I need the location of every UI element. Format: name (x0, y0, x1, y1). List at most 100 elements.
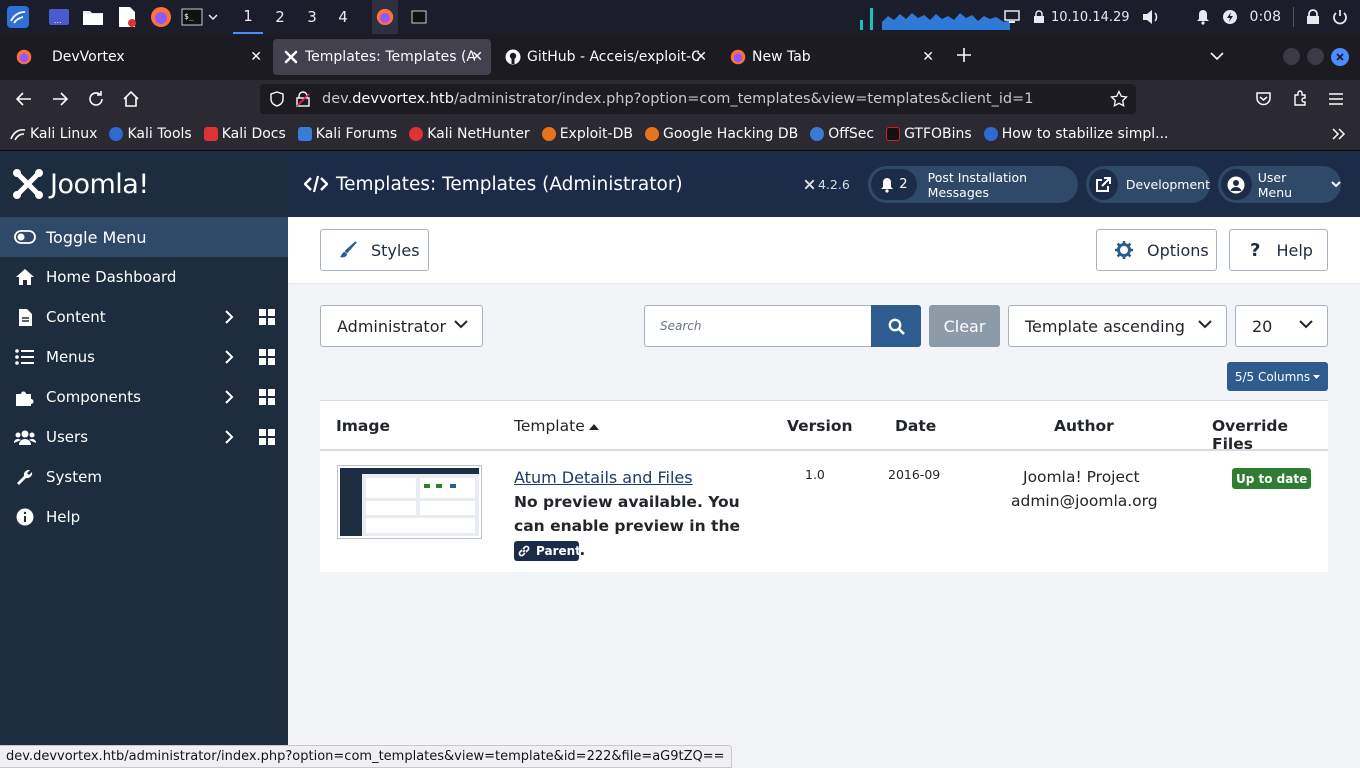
insecure-lock-icon[interactable] (296, 91, 310, 107)
dashboard-grid-icon[interactable] (259, 349, 275, 365)
list-icon (14, 347, 36, 367)
vpn-ip-address[interactable]: 10.10.14.29 (1051, 10, 1130, 25)
joomla-logo[interactable]: Joomla! (0, 151, 288, 217)
offsec-icon (810, 127, 825, 141)
template-thumbnail[interactable] (337, 465, 482, 539)
tab-title: DevVortex (52, 49, 125, 65)
bookmark-star-icon[interactable] (1110, 90, 1128, 108)
template-version: 1.0 (805, 467, 825, 482)
column-header-override-files: Override Files (1212, 417, 1289, 453)
firefox-window-button[interactable] (372, 0, 398, 34)
chevron-right-icon[interactable] (224, 349, 234, 365)
sidebar-item-help[interactable]: Help (0, 497, 288, 537)
sidebar-item-menus[interactable]: Menus (0, 337, 288, 377)
options-button[interactable]: Options (1096, 229, 1217, 271)
minimize-window-button[interactable] (1283, 48, 1300, 65)
new-tab-button[interactable] (954, 45, 974, 65)
file-manager-icon[interactable] (81, 0, 105, 34)
question-icon: ? (1250, 239, 1261, 261)
development-button[interactable]: Development (1086, 166, 1210, 203)
lock-screen-icon[interactable] (1306, 9, 1320, 25)
sidebar-item-system[interactable]: System (0, 457, 288, 497)
home-icon[interactable] (122, 90, 140, 108)
workspace-2[interactable]: 2 (265, 0, 295, 34)
sidebar-item-components[interactable]: Components (0, 377, 288, 417)
vpn-lock-icon (1032, 10, 1046, 24)
show-desktop-icon[interactable]: ... (46, 0, 72, 34)
parent-badge: Parent (514, 541, 581, 561)
post-installation-messages-button[interactable]: 2 Post Installation Messages (868, 166, 1078, 203)
tab-templates[interactable]: Templates: Templates (Ad ✕ (273, 39, 491, 75)
terminal-window-button[interactable] (406, 0, 432, 34)
columns-toggle-button[interactable]: 5/5 Columns (1227, 362, 1328, 391)
bookmark-gtfobins[interactable]: GTFOBins (886, 126, 972, 142)
reload-icon[interactable] (87, 90, 105, 108)
dashboard-grid-icon[interactable] (259, 309, 275, 325)
column-header-template[interactable]: Template (514, 417, 599, 435)
tracking-shield-icon[interactable] (270, 91, 284, 107)
tab-devvortex[interactable]: DevVortex ✕ (6, 39, 270, 75)
bookmark-offsec[interactable]: OffSec (810, 126, 874, 142)
styles-button[interactable]: Styles (320, 229, 429, 271)
firefox-launcher-icon[interactable] (148, 0, 174, 34)
close-tab-icon[interactable]: ✕ (471, 49, 483, 65)
bookmark-stabilize-shell[interactable]: How to stabilize simpl... (983, 126, 1169, 142)
close-tab-icon[interactable]: ✕ (250, 49, 262, 65)
clock[interactable]: 0:08 (1250, 9, 1281, 25)
text-editor-icon[interactable] (115, 0, 139, 34)
kali-menu-icon[interactable] (4, 0, 32, 34)
workspace-3[interactable]: 3 (297, 0, 327, 34)
close-window-button[interactable] (1331, 48, 1349, 66)
limit-select[interactable]: 20 (1235, 305, 1328, 347)
ordering-select[interactable]: Template ascending (1008, 305, 1227, 347)
table-header: Image Template Version Date Author Overr… (320, 401, 1328, 453)
template-link[interactable]: Atum Details and Files (514, 468, 693, 487)
notification-bell-icon[interactable] (1196, 9, 1210, 25)
bookmark-kali-nethunter[interactable]: Kali NetHunter (409, 126, 530, 142)
url-bar[interactable]: dev. devvortex.htb/administrator/index.ph… (260, 84, 1136, 114)
user-menu-button[interactable]: User Menu (1218, 166, 1341, 203)
pocket-icon[interactable] (1255, 91, 1272, 107)
extensions-icon[interactable] (1292, 90, 1309, 107)
toggle-menu-button[interactable]: Toggle Menu (0, 217, 288, 257)
firefox-tab-icon (730, 49, 746, 65)
clear-button[interactable]: Clear (929, 305, 1000, 347)
maximize-window-button[interactable] (1307, 48, 1324, 65)
bookmark-kali-docs[interactable]: Kali Docs (203, 126, 286, 142)
sidebar-item-users[interactable]: Users (0, 417, 288, 457)
volume-icon[interactable] (1142, 9, 1160, 25)
chevron-right-icon[interactable] (224, 389, 234, 405)
bookmark-kali-linux[interactable]: Kali Linux (10, 126, 97, 142)
bookmark-exploit-db[interactable]: Exploit-DB (541, 126, 633, 142)
hamburger-menu-icon[interactable] (1328, 92, 1344, 106)
chevron-right-icon[interactable] (224, 309, 234, 325)
sidebar-item-content[interactable]: Content (0, 297, 288, 337)
tab-github[interactable]: GitHub - Acceis/exploit-C ✕ (495, 39, 715, 75)
back-icon[interactable] (15, 91, 33, 107)
close-tab-icon[interactable]: ✕ (695, 49, 707, 65)
chevron-right-icon[interactable] (224, 429, 234, 445)
forward-icon[interactable] (51, 91, 69, 107)
list-all-tabs-icon[interactable] (1210, 52, 1224, 60)
bookmark-kali-tools[interactable]: Kali Tools (109, 126, 192, 142)
dashboard-grid-icon[interactable] (259, 389, 275, 405)
chevron-down-icon[interactable] (205, 0, 221, 34)
svg-text:$_: $_ (184, 12, 194, 21)
dashboard-grid-icon[interactable] (259, 429, 275, 445)
search-button[interactable] (871, 305, 921, 347)
logout-icon[interactable] (1332, 9, 1348, 25)
display-icon[interactable] (1004, 10, 1020, 24)
tab-new-tab[interactable]: New Tab ✕ (720, 39, 942, 75)
close-tab-icon[interactable]: ✕ (922, 49, 934, 65)
power-manager-icon[interactable] (1222, 9, 1238, 25)
terminal-launcher-icon[interactable]: $_ (180, 0, 204, 34)
client-select[interactable]: Administrator (320, 305, 483, 347)
more-bookmarks-icon[interactable] (1332, 128, 1346, 140)
help-button[interactable]: ? Help (1229, 229, 1328, 271)
sidebar-item-home-dashboard[interactable]: Home Dashboard (0, 257, 288, 297)
workspace-1[interactable]: 1 (233, 0, 263, 34)
bookmark-kali-forums[interactable]: Kali Forums (297, 126, 397, 142)
workspace-4[interactable]: 4 (328, 0, 358, 34)
bookmark-google-hacking-db[interactable]: Google Hacking DB (644, 126, 798, 142)
search-input[interactable]: Search (644, 305, 872, 347)
